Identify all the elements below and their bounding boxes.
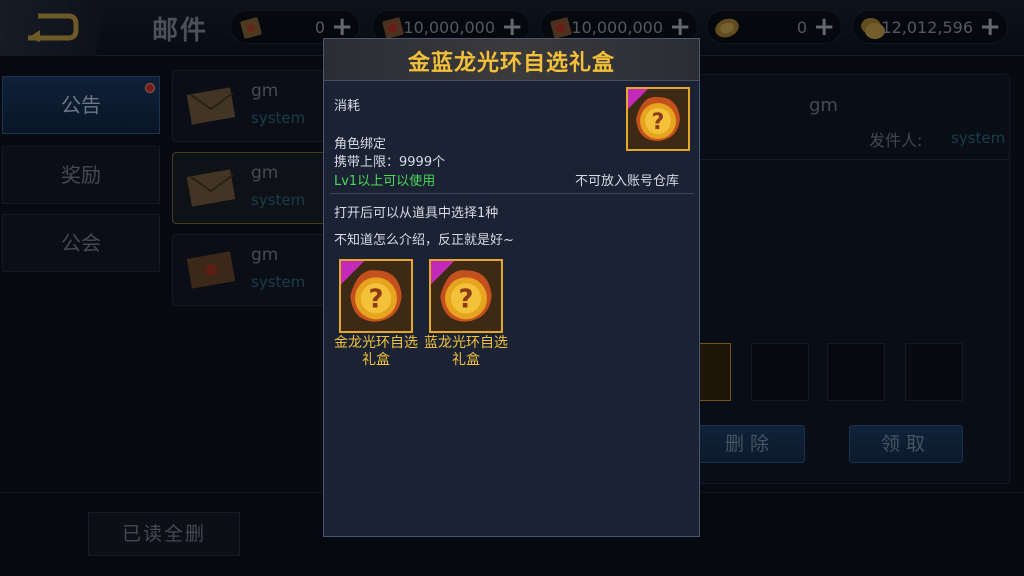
svg-text:?: ? bbox=[459, 285, 474, 315]
choice-item-gold[interactable]: ? bbox=[339, 259, 413, 333]
choice-item-name: 金龙光环自选礼盒 bbox=[334, 335, 418, 368]
svg-text:?: ? bbox=[369, 285, 384, 315]
bind-label: 角色绑定 bbox=[334, 137, 387, 152]
item-info-popup: 金蓝龙光环自选礼盒 消耗 ? 角色绑定 携带上限：9999个 Lv1以上可以使用… bbox=[323, 38, 700, 537]
svg-text:?: ? bbox=[652, 110, 665, 135]
popup-header: 金蓝龙光环自选礼盒 bbox=[324, 39, 699, 81]
description-line-2: 不知道怎么介绍，反正就是好~ bbox=[334, 233, 514, 248]
description-line-1: 打开后可以从道具中选择1种 bbox=[334, 206, 499, 221]
level-requirement: Lv1以上可以使用 bbox=[334, 174, 436, 189]
divider bbox=[330, 193, 694, 194]
warehouse-note: 不可放入账号仓库 bbox=[575, 174, 680, 189]
carry-limit: 携带上限：9999个 bbox=[334, 155, 446, 170]
gift-box-item-icon: ? bbox=[626, 87, 690, 151]
question-orb-icon: ? bbox=[341, 261, 402, 322]
question-orb-icon: ? bbox=[431, 261, 492, 322]
popup-title: 金蓝龙光环自选礼盒 bbox=[407, 51, 615, 76]
choice-item-blue[interactable]: ? bbox=[429, 259, 503, 333]
choice-item-name: 蓝龙光环自选礼盒 bbox=[424, 335, 508, 368]
question-orb-icon: ? bbox=[628, 89, 680, 141]
consume-label: 消耗 bbox=[334, 99, 361, 114]
